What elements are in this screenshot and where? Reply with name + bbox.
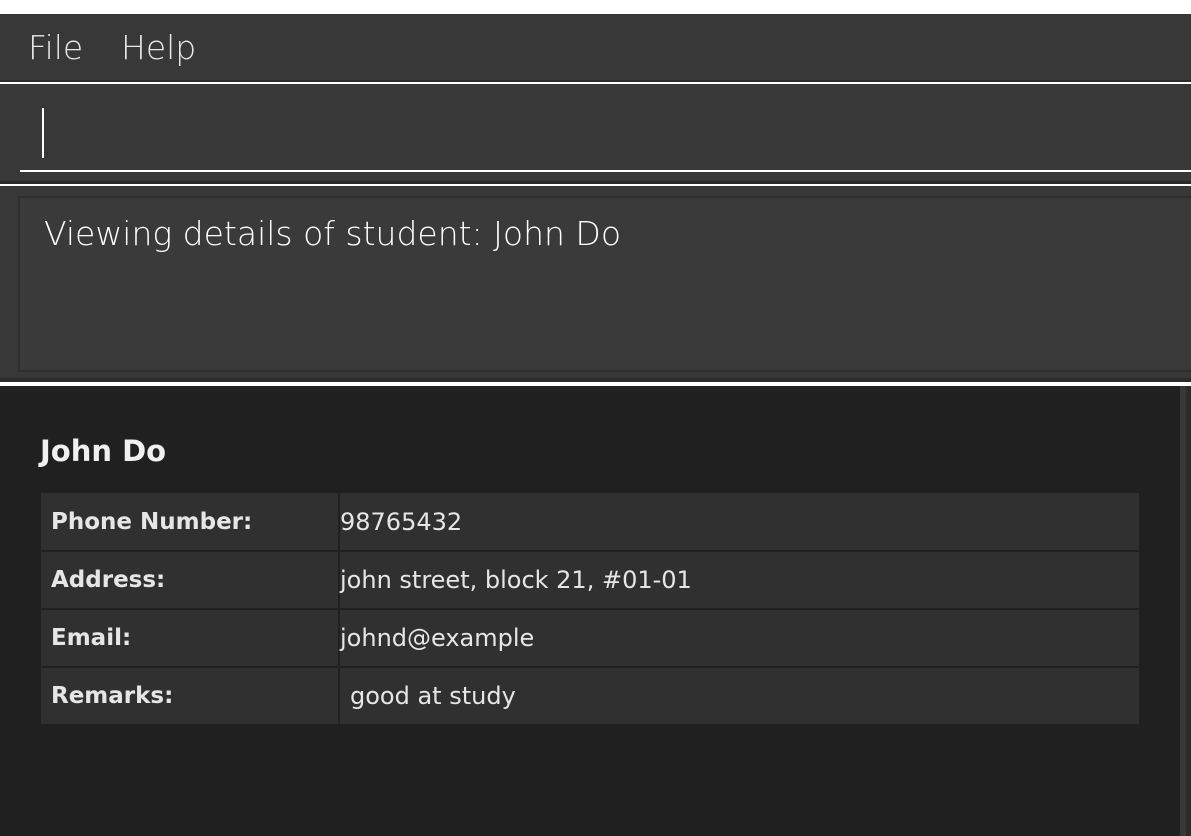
field-value: good at study bbox=[339, 667, 1139, 726]
table-row: Remarks: good at study bbox=[41, 667, 1139, 726]
result-text: Viewing details of student: John Do bbox=[44, 214, 622, 253]
menu-bar: File Help bbox=[0, 14, 1191, 82]
result-display[interactable]: Viewing details of student: John Do bbox=[18, 196, 1191, 372]
field-label: Address: bbox=[41, 551, 340, 610]
field-label: Email: bbox=[41, 609, 340, 668]
field-value: john street, block 21, #01-01 bbox=[339, 551, 1139, 610]
student-name: John Do bbox=[40, 434, 167, 468]
command-box[interactable] bbox=[0, 84, 1191, 184]
table-row: Phone Number: 98765432 bbox=[41, 493, 1139, 552]
menu-help[interactable]: Help bbox=[121, 28, 196, 67]
field-value: johnd@example bbox=[339, 609, 1139, 668]
menu-file[interactable]: File bbox=[28, 28, 83, 67]
table-row: Address: john street, block 21, #01-01 bbox=[41, 551, 1139, 610]
table-row: Email: johnd@example bbox=[41, 609, 1139, 668]
student-detail-panel: John Do Phone Number: 98765432 Address: jo… bbox=[0, 386, 1180, 836]
command-input-underline bbox=[20, 170, 1191, 172]
field-label: Remarks: bbox=[41, 667, 340, 726]
side-panel bbox=[1186, 386, 1191, 836]
field-label: Phone Number: bbox=[41, 493, 340, 552]
field-value: 98765432 bbox=[339, 493, 1139, 552]
text-caret bbox=[42, 108, 44, 158]
result-display-panel: Viewing details of student: John Do bbox=[0, 186, 1191, 382]
student-details-table: Phone Number: 98765432 Address: john stree… bbox=[41, 493, 1139, 726]
